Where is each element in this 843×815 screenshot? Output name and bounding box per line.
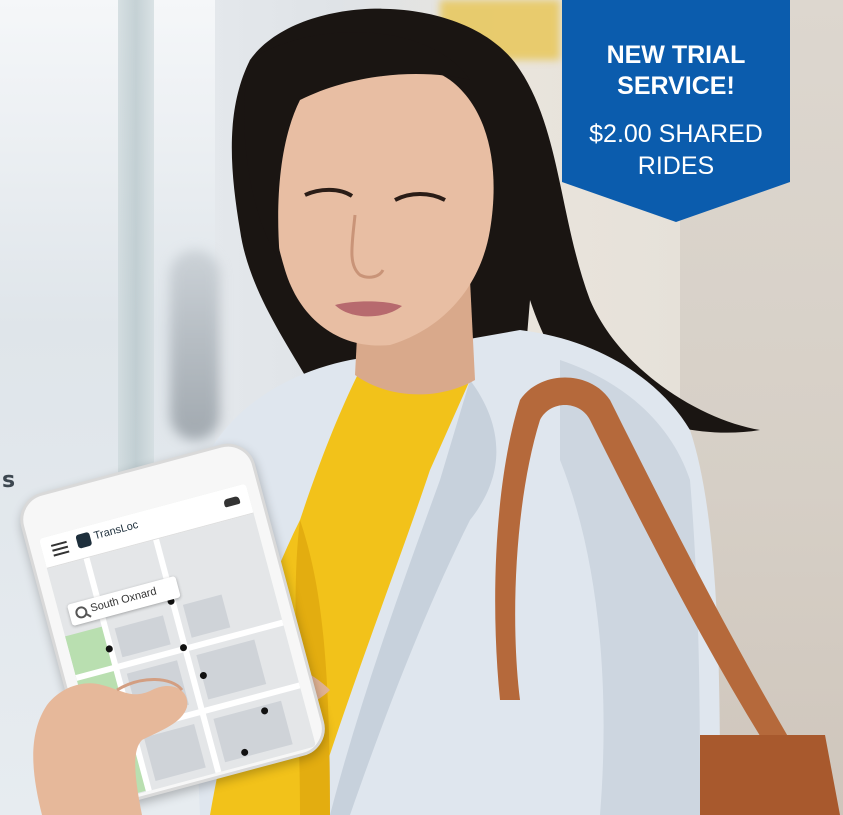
banner-title-line2: SERVICE! bbox=[617, 72, 735, 100]
car-icon[interactable] bbox=[223, 495, 241, 508]
promo-banner: NEW TRIAL SERVICE! $2.00 SHARED RIDES bbox=[562, 0, 790, 222]
app-logo-icon bbox=[75, 531, 93, 549]
map-block bbox=[196, 639, 267, 700]
search-value: South Oxnard bbox=[89, 585, 158, 615]
bag bbox=[700, 735, 840, 815]
banner-title-line1: NEW TRIAL bbox=[606, 41, 746, 69]
banner-subtitle-line2: RIDES bbox=[637, 152, 715, 180]
search-icon bbox=[74, 605, 89, 620]
banner-subtitle-line1: $2.00 SHARED bbox=[589, 120, 763, 148]
hand bbox=[33, 678, 188, 815]
map-block bbox=[213, 700, 293, 763]
app-name: TransLoc bbox=[92, 518, 140, 543]
photo-scene: s NEW TRIAL SERVICE! $2.00 SHARED RIDES … bbox=[0, 0, 843, 815]
map-block bbox=[182, 594, 231, 638]
hamburger-menu-icon[interactable] bbox=[50, 540, 70, 557]
banner-title: NEW TRIAL SERVICE! bbox=[562, 40, 790, 102]
banner-subtitle: $2.00 SHARED RIDES bbox=[562, 118, 790, 182]
